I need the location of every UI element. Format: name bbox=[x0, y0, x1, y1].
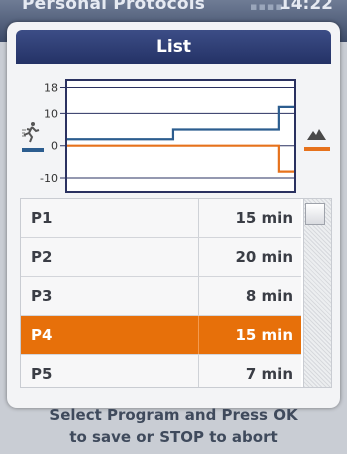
dialog-header: List bbox=[16, 30, 331, 64]
program-name: P4 bbox=[31, 326, 53, 344]
program-profile-chart: 18 10 0 -10 bbox=[20, 78, 330, 194]
program-name: P2 bbox=[31, 248, 53, 266]
program-duration: 15 min bbox=[235, 209, 293, 227]
instructions: Select Program and Press OK to save or S… bbox=[0, 404, 347, 448]
program-duration: 8 min bbox=[245, 287, 293, 305]
plot-frame bbox=[65, 79, 296, 193]
program-name: P3 bbox=[31, 287, 53, 305]
list-item-p3[interactable]: P3 8 min bbox=[21, 277, 301, 316]
program-name: P1 bbox=[31, 209, 53, 227]
clock: 14:22 bbox=[278, 0, 333, 14]
dialog-title: List bbox=[156, 37, 191, 57]
scrollbar-track[interactable] bbox=[303, 199, 331, 387]
column-divider bbox=[198, 238, 199, 276]
column-divider bbox=[198, 277, 199, 315]
list-item-p1[interactable]: P1 15 min bbox=[21, 199, 301, 238]
y-tick-label: 10 bbox=[44, 107, 58, 120]
program-duration: 15 min bbox=[235, 326, 293, 344]
app-title: Personal Protocols bbox=[22, 0, 206, 14]
y-ticks: 18 10 0 -10 bbox=[40, 81, 58, 185]
instruction-line-1: Select Program and Press OK bbox=[49, 406, 298, 424]
speed-legend-bar bbox=[22, 148, 44, 152]
column-divider bbox=[198, 355, 199, 387]
y-tick-label: -10 bbox=[40, 172, 58, 185]
instruction-line-2: to save or STOP to abort bbox=[69, 428, 278, 446]
incline-legend-bar bbox=[304, 147, 330, 151]
y-tick-label: 0 bbox=[51, 140, 58, 153]
program-name: P5 bbox=[31, 365, 53, 383]
y-tick-label: 18 bbox=[44, 81, 58, 94]
runner-icon bbox=[22, 122, 40, 143]
list-item-p2[interactable]: P2 20 min bbox=[21, 238, 301, 277]
chart-svg: 18 10 0 -10 bbox=[22, 79, 330, 193]
column-divider bbox=[198, 316, 199, 354]
program-duration: 20 min bbox=[235, 248, 293, 266]
program-duration: 7 min bbox=[245, 365, 293, 383]
program-list[interactable]: P5 7 min P4 15 min P3 8 min P2 20 min P1 15 min bbox=[20, 198, 332, 388]
list-item-p4[interactable]: P4 15 min bbox=[21, 316, 301, 355]
column-divider bbox=[198, 199, 199, 237]
mountain-icon bbox=[307, 129, 326, 140]
scrollbar-thumb[interactable] bbox=[305, 203, 325, 225]
list-item-p5[interactable]: P5 7 min bbox=[21, 355, 301, 387]
